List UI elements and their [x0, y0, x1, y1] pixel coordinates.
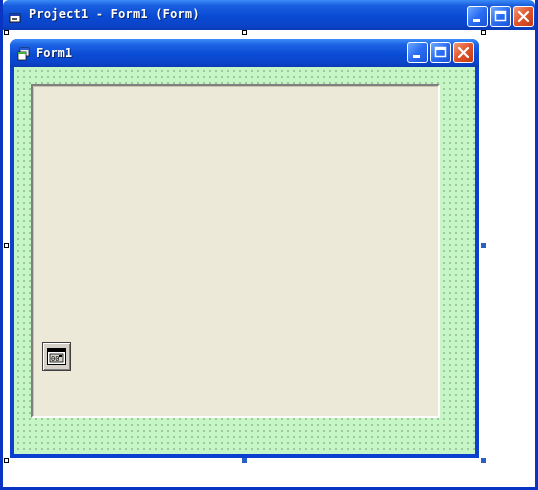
frame-control[interactable]: 00 — [31, 84, 440, 418]
form1-close-button[interactable] — [453, 42, 474, 63]
form1-minimize-button[interactable] — [407, 42, 428, 63]
resize-handle-bottom[interactable] — [242, 458, 247, 463]
form1-title-bar[interactable]: Form1 — [10, 39, 479, 67]
resize-handle-bottom-left[interactable] — [4, 458, 9, 463]
designer-maximize-button[interactable] — [490, 6, 511, 27]
maximize-icon — [434, 46, 447, 58]
minimize-icon — [473, 19, 480, 22]
designer-close-button[interactable] — [513, 6, 534, 27]
timer-control[interactable]: 00 — [42, 342, 71, 371]
resize-handle-top[interactable] — [242, 30, 247, 35]
vb-form-icon — [17, 46, 31, 61]
designer-window-title: Project1 - Form1 (Form) — [29, 7, 200, 21]
resize-handle-bottom-right[interactable] — [481, 458, 486, 463]
form1-window[interactable]: Form1 00 — [10, 39, 479, 458]
close-icon — [517, 10, 530, 23]
form1-maximize-button[interactable] — [430, 42, 451, 63]
resize-handle-top-left[interactable] — [4, 30, 9, 35]
designer-title-bar[interactable]: Project1 - Form1 (Form) — [3, 0, 535, 30]
resize-handle-right[interactable] — [481, 243, 486, 248]
maximize-icon — [494, 10, 507, 22]
resize-handle-top-right[interactable] — [481, 30, 486, 35]
form1-title: Form1 — [36, 46, 73, 60]
minimize-icon — [413, 55, 420, 58]
form1-client-area[interactable]: 00 — [14, 67, 475, 454]
form-designer-icon — [9, 9, 21, 23]
svg-text:00: 00 — [51, 355, 59, 363]
close-icon — [457, 46, 470, 59]
designer-minimize-button[interactable] — [467, 6, 488, 27]
timer-control-icon: 00 — [47, 348, 66, 365]
resize-handle-left[interactable] — [4, 243, 9, 248]
